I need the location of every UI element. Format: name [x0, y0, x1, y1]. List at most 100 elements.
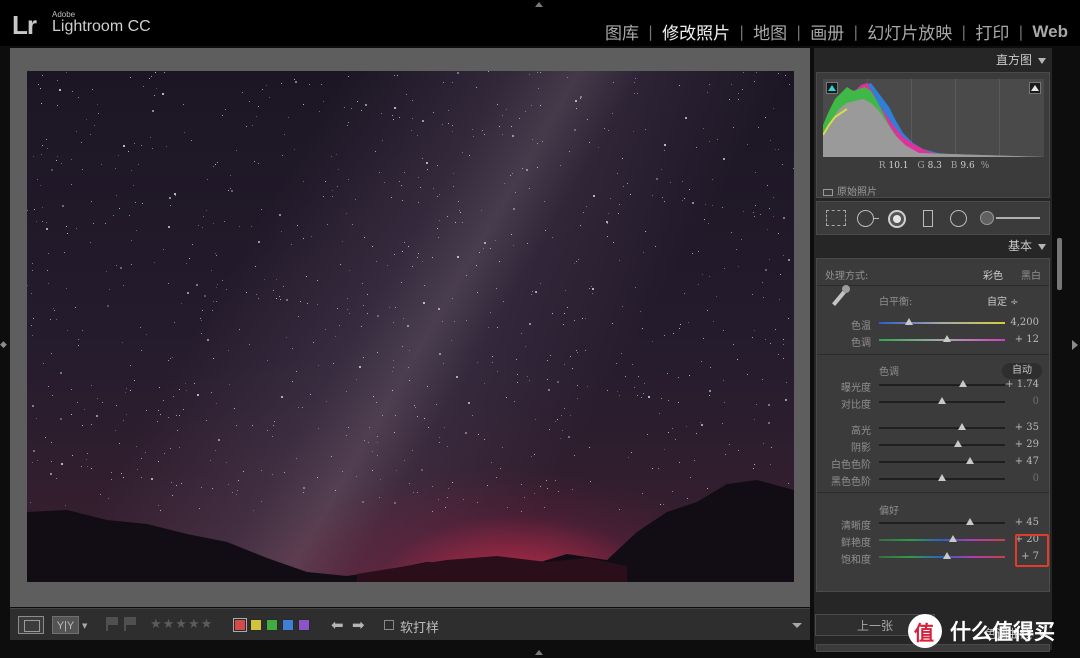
photo-milky-way[interactable] [27, 71, 794, 582]
contrast-label: 对比度 [841, 400, 871, 411]
shadows-slider[interactable] [879, 440, 1005, 447]
exposure-label: 曝光度 [841, 383, 871, 394]
original-photo-label: 原始照片 [837, 187, 877, 198]
whites-value[interactable]: + 47 [1015, 456, 1039, 467]
section-divider [817, 285, 1049, 286]
panel-scrollbar[interactable] [1057, 238, 1062, 290]
crop-overlay-icon[interactable] [826, 210, 846, 226]
exposure-slider[interactable] [879, 380, 1005, 387]
original-photo-icon [823, 188, 833, 196]
highlight-clipping-indicator[interactable] [1029, 82, 1041, 94]
spot-removal-icon[interactable] [857, 210, 879, 227]
temp-value[interactable]: 4,200 [1010, 317, 1039, 328]
shadows-value[interactable]: + 29 [1015, 439, 1039, 450]
basic-header[interactable]: 基本 [814, 235, 1052, 257]
flag-pick-icon[interactable] [106, 617, 118, 631]
radial-filter-icon[interactable] [950, 210, 967, 227]
collapse-triangle-icon[interactable] [1038, 57, 1046, 64]
b-label: B [950, 161, 958, 171]
r-value: 10.1 [888, 161, 909, 171]
star-rating[interactable]: ★★★★★ [150, 617, 213, 632]
top-bar: Lr Adobe Lightroom CC 图库 | 修改照片 | 地图 | 画… [0, 0, 1080, 46]
temp-slider[interactable] [879, 318, 1005, 325]
shadows-label: 阴影 [851, 443, 871, 454]
module-print[interactable]: 打印 [966, 19, 1018, 44]
section-divider [817, 492, 1049, 493]
tint-label: 色调 [851, 338, 871, 349]
white-balance-eyedropper-icon[interactable] [829, 285, 851, 307]
color-label-swatch[interactable] [282, 619, 294, 631]
original-photo-toggle[interactable]: 原始照片 [823, 183, 877, 198]
module-library[interactable]: 图库 [596, 19, 648, 44]
left-panel-toggle-icon[interactable]: ◆ [0, 340, 7, 350]
tint-value[interactable]: + 12 [1015, 334, 1039, 345]
treatment-color-option[interactable]: 彩色 [983, 267, 1003, 282]
filmstrip-toolbar: Y|Y ▼ ★★★★★ ⬅ ➡ 软打样 [10, 608, 810, 640]
histogram-graph[interactable] [823, 79, 1044, 157]
before-after-dropdown-icon[interactable]: ▼ [82, 622, 87, 630]
contrast-slider[interactable] [879, 397, 1005, 404]
g-label: G [917, 161, 925, 171]
module-slideshow[interactable]: 幻灯片放映 [858, 19, 961, 44]
bottom-panel-toggle-icon[interactable] [535, 650, 543, 655]
module-web[interactable]: Web [1023, 22, 1068, 42]
blacks-slider[interactable] [879, 474, 1005, 481]
clarity-label: 清晰度 [841, 521, 871, 532]
vibrance-slider[interactable] [879, 535, 1005, 542]
adjustment-brush-icon[interactable] [980, 211, 1040, 225]
highlights-value[interactable]: + 35 [1015, 422, 1039, 433]
shadow-clipping-indicator[interactable] [826, 82, 838, 94]
color-label-swatch[interactable] [250, 619, 262, 631]
module-map[interactable]: 地图 [744, 19, 796, 44]
product-name: Lightroom CC [52, 18, 151, 35]
saturation-slider[interactable] [879, 552, 1005, 559]
module-book[interactable]: 画册 [801, 19, 853, 44]
wb-label: 白平衡: [879, 297, 913, 308]
histogram-title: 直方图 [995, 53, 1032, 67]
collapse-triangle-icon[interactable] [1038, 243, 1046, 250]
watermark-text: 什么值得买 [950, 620, 1055, 644]
blacks-value[interactable]: 0 [1033, 473, 1039, 484]
flag-reject-icon[interactable] [124, 617, 136, 631]
soft-proofing-label: 软打样 [400, 621, 440, 636]
graduated-filter-icon[interactable] [923, 210, 933, 227]
color-label-swatch[interactable] [233, 618, 247, 632]
wb-select[interactable]: 自定 ÷ [987, 293, 1019, 308]
top-panel-toggle-icon[interactable] [535, 2, 543, 7]
blacks-label: 黑色色阶 [831, 477, 871, 488]
vibrance-label: 鲜艳度 [841, 538, 871, 549]
exposure-value[interactable]: + 1.74 [1005, 379, 1039, 390]
clarity-value[interactable]: + 45 [1015, 517, 1039, 528]
histogram-header[interactable]: 直方图 [814, 49, 1052, 71]
presence-header: 偏好 [879, 506, 899, 517]
watermark-logo-icon: 值 [908, 614, 942, 648]
color-label-swatch[interactable] [266, 619, 278, 631]
loupe-view-button[interactable] [18, 616, 44, 634]
before-after-button[interactable]: Y|Y [52, 616, 79, 634]
whites-label: 白色色阶 [831, 460, 871, 471]
section-divider [817, 354, 1049, 355]
next-photo-arrow-icon[interactable]: ➡ [352, 616, 365, 634]
whites-slider[interactable] [879, 457, 1005, 464]
module-develop[interactable]: 修改照片 [653, 19, 739, 44]
contrast-value[interactable]: 0 [1033, 396, 1039, 407]
mountain-silhouette [27, 480, 794, 582]
temp-label: 色温 [851, 321, 871, 332]
auto-tone-button[interactable]: 自动 [1002, 363, 1042, 379]
lightroom-logo: Lr [12, 10, 37, 40]
color-label-swatch[interactable] [298, 619, 310, 631]
annotation-highlight-box [1015, 534, 1049, 567]
highlights-slider[interactable] [879, 423, 1005, 430]
treatment-bw-option[interactable]: 黑白 [1021, 267, 1041, 282]
right-panel-toggle-icon[interactable] [1072, 340, 1078, 350]
clarity-slider[interactable] [879, 518, 1005, 525]
histogram-readout: R 10.1 G 8.3 B 9.6% [817, 161, 1051, 171]
previous-photo-arrow-icon[interactable]: ⬅ [331, 616, 344, 634]
watermark: 值 什么值得买 [908, 614, 1055, 648]
tint-slider[interactable] [879, 335, 1005, 342]
module-picker: 图库 | 修改照片 | 地图 | 画册 | 幻灯片放映 | 打印 | Web [596, 19, 1068, 45]
toolbar-menu-icon[interactable] [792, 623, 802, 628]
red-eye-correction-icon[interactable] [888, 210, 906, 228]
saturation-label: 饱和度 [841, 555, 871, 566]
soft-proofing-checkbox[interactable] [384, 620, 394, 630]
